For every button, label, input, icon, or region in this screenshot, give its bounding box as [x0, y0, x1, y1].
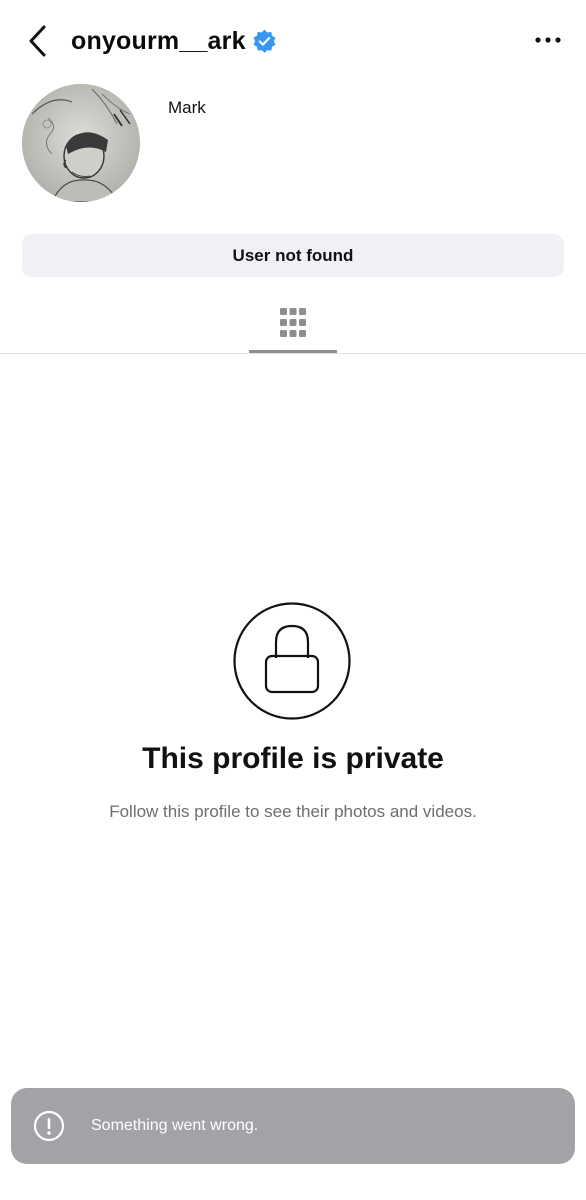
chevron-left-icon: [29, 25, 46, 57]
private-profile-subtitle: Follow this profile to see their photos …: [109, 802, 477, 821]
username: onyourm__ark: [71, 26, 246, 55]
lock-icon: [233, 602, 351, 720]
tab-posts-grid[interactable]: [249, 300, 337, 354]
more-options-button[interactable]: [534, 28, 562, 52]
tab-divider: [0, 353, 586, 354]
top-bar: onyourm__ark: [0, 0, 586, 80]
more-horizontal-icon: [535, 37, 561, 43]
avatar[interactable]: [22, 84, 140, 202]
user-not-found-button[interactable]: User not found: [22, 234, 564, 277]
avatar-sketch-image: [22, 84, 140, 202]
error-toast: Something went wrong.: [11, 1088, 575, 1164]
private-profile-title: This profile is private: [142, 742, 444, 775]
verified-badge-icon: [252, 29, 277, 54]
exclamation-circle-icon: [33, 1110, 65, 1142]
toast-message: Something went wrong.: [91, 1117, 259, 1134]
profile-page: onyourm__ark Mark User not found This pr…: [0, 0, 586, 1200]
display-name: Mark: [168, 98, 206, 117]
username-row: onyourm__ark: [71, 22, 277, 60]
grid-icon: [280, 308, 306, 337]
back-button[interactable]: [22, 24, 54, 58]
